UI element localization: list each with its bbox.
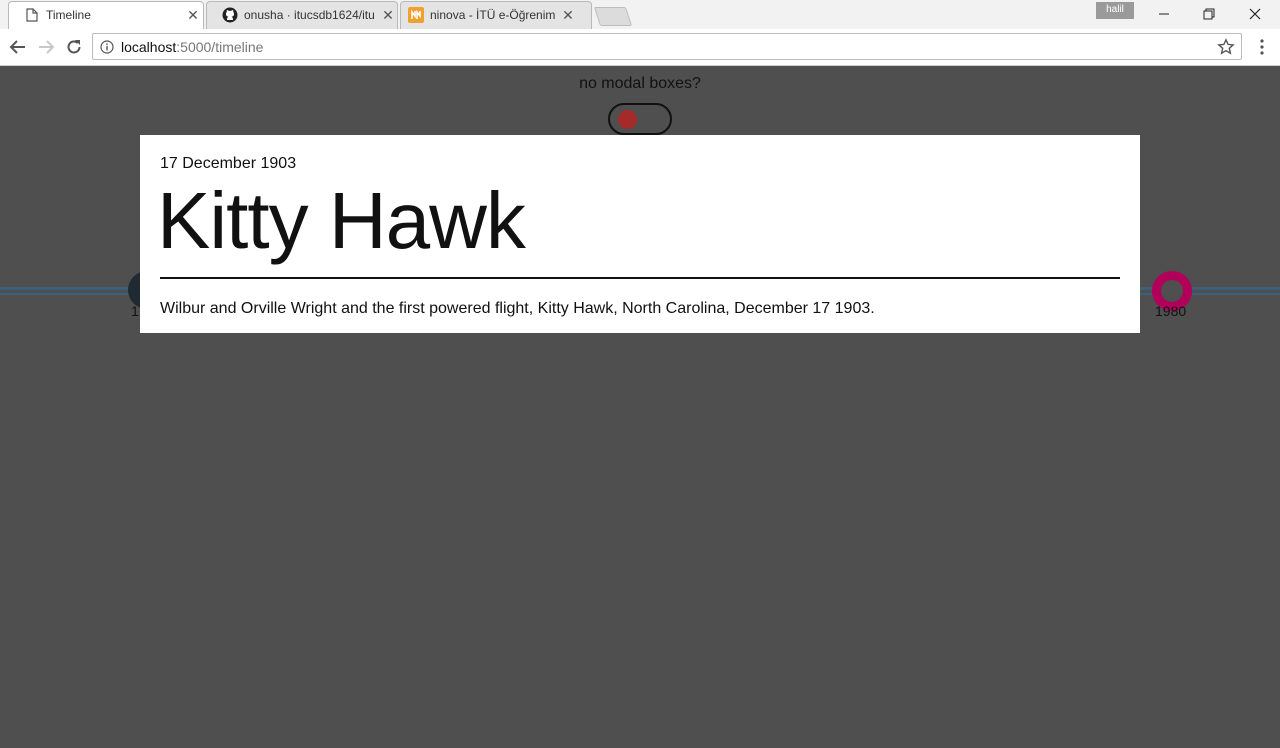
tab-strip: Timeline ✕ onusha · itucsdb1624/itu ✕ ni… xyxy=(0,0,1280,30)
close-icon[interactable]: ✕ xyxy=(560,7,576,23)
reload-icon[interactable] xyxy=(62,35,86,59)
event-modal: 17 December 1903 Kitty Hawk Wilbur and O… xyxy=(140,135,1140,333)
close-icon[interactable]: ✕ xyxy=(380,7,396,23)
event-description: Wilbur and Orville Wright and the first … xyxy=(160,300,875,317)
address-bar[interactable]: localhost:5000/timeline xyxy=(92,33,1242,60)
new-tab-button[interactable] xyxy=(593,7,633,26)
page-icon xyxy=(24,7,40,23)
tab-ninova[interactable]: ninova - İTÜ e-Öğrenim M ✕ xyxy=(400,1,592,29)
url-path: :5000/timeline xyxy=(176,39,264,55)
timeline-year: 1 xyxy=(131,303,139,319)
profile-badge[interactable]: halil xyxy=(1096,2,1134,19)
tab-title: Timeline xyxy=(46,8,91,22)
tab-title: ninova - İTÜ e-Öğrenim M xyxy=(430,8,556,22)
github-icon xyxy=(222,7,238,23)
close-icon[interactable]: ✕ xyxy=(185,7,201,23)
bookmark-star-icon[interactable] xyxy=(1217,38,1235,56)
event-date: 17 December 1903 xyxy=(160,155,297,172)
browser-toolbar: localhost:5000/timeline xyxy=(0,29,1280,66)
info-icon[interactable] xyxy=(100,40,114,54)
ninova-icon xyxy=(408,7,424,23)
tab-github[interactable]: onusha · itucsdb1624/itu ✕ xyxy=(206,1,398,29)
no-modal-toggle[interactable] xyxy=(608,103,672,135)
forward-arrow-icon[interactable] xyxy=(34,35,58,59)
url-text: localhost:5000/timeline xyxy=(121,39,263,55)
url-host: localhost xyxy=(121,39,177,55)
divider xyxy=(160,277,1120,279)
minimize-icon[interactable] xyxy=(1141,0,1187,28)
event-title: Kitty Hawk xyxy=(157,176,526,265)
close-window-icon[interactable] xyxy=(1232,0,1278,28)
toggle-knob xyxy=(618,110,637,129)
menu-kebab-icon[interactable] xyxy=(1252,35,1272,59)
back-arrow-icon[interactable] xyxy=(6,35,30,59)
tab-timeline[interactable]: Timeline ✕ xyxy=(8,1,204,29)
timeline-year: 1980 xyxy=(1155,303,1187,319)
restore-icon[interactable] xyxy=(1186,0,1232,28)
toggle-label: no modal boxes? xyxy=(579,75,701,92)
tab-title: onusha · itucsdb1624/itu xyxy=(244,8,375,22)
